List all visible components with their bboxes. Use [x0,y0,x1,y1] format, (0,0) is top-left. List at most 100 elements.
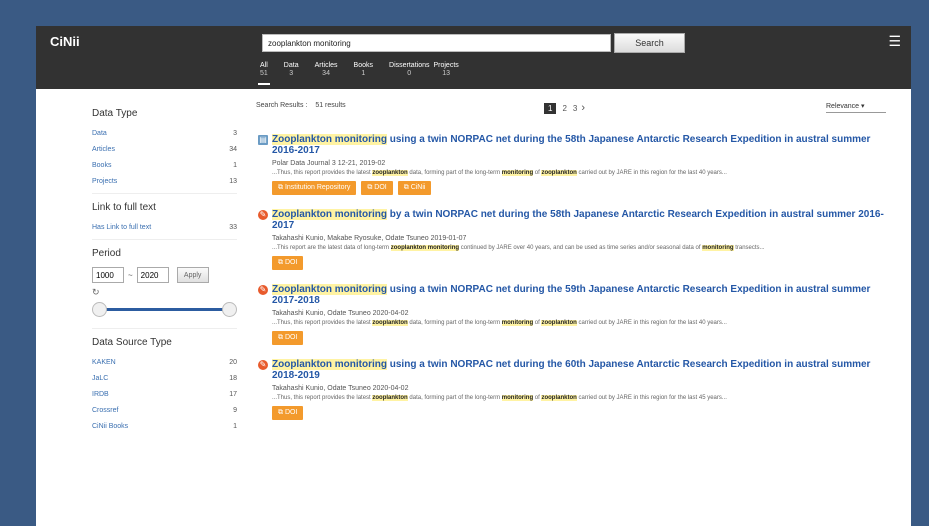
snippet-keyword: zooplankton [372,395,408,401]
filter-label[interactable]: Articles [92,146,115,156]
title-highlight: Zooplankton monitoring [272,134,387,145]
filter-count: 13 [229,178,237,185]
tab-count: 34 [322,70,330,77]
result-title[interactable]: Zooplankton monitoring by a twin NORPAC … [272,209,886,231]
result-item: ▤ Zooplankton monitoring using a twin NOR… [256,134,886,195]
snippet-keyword: zooplankton [541,320,577,326]
snippet-keyword: monitoring [501,320,534,326]
cinii-logo[interactable]: CiNii [50,34,80,49]
apply-button[interactable]: Apply [176,267,209,283]
filter-label[interactable]: KAKEN [92,359,116,369]
database-icon: ▤ [258,135,268,145]
filter-label[interactable]: Data [92,130,107,140]
tab-projects[interactable]: Projects 13 [431,62,466,78]
tab-books[interactable]: Books 1 [346,62,381,78]
link-button-label: CiNii [410,184,426,191]
source-title: Data Source Type [92,337,172,348]
snippet-text: data, forming part of the long-term [407,320,502,326]
filter-count: 1 [233,162,237,169]
snippet-text: ...Thus, this report provides the latest [272,320,373,326]
result-title[interactable]: Zooplankton monitoring using a twin NORP… [272,134,886,156]
result-title[interactable]: Zooplankton monitoring using a twin NORP… [272,284,886,306]
link-buttons: ⧉ DOI [272,406,886,420]
snippet-keyword: zooplankton monitoring [390,245,460,251]
page-3[interactable]: 3 [573,104,577,113]
snippet-keyword: monitoring [702,245,734,251]
tab-data[interactable]: Data 3 [276,62,307,78]
filter-projects[interactable]: Projects 13 [92,175,237,191]
filter-jalc[interactable]: JaLC 18 [92,372,237,388]
filter-label[interactable]: JaLC [92,375,108,385]
filter-label[interactable]: Projects [92,178,117,188]
filter-irdb[interactable]: IRDB 17 [92,388,237,404]
link-button[interactable]: ⧉ DOI [272,406,304,420]
period-to-input[interactable] [136,267,169,283]
snippet-keyword: zooplankton [372,320,408,326]
snippet-text: carried out by JARE in this region for t… [576,320,727,326]
search-button[interactable]: Search [614,33,685,53]
link-button-label: DOI [284,259,298,266]
filter-label[interactable]: CiNii Books [92,423,128,433]
result-item: ✎ Zooplankton monitoring using a twin NOR… [256,284,886,345]
tab-articles[interactable]: Articles 34 [307,62,346,78]
snippet-text: ...Thus, this report provides the latest [272,170,373,176]
divider [92,239,237,240]
title-highlight: Zooplankton monitoring [272,284,387,295]
results-count: 51 results [315,102,346,109]
result-meta: Polar Data Journal 3 12-21, 2019-02 [272,160,386,167]
external-link-icon: ⧉ [278,334,285,341]
filter-label[interactable]: Crossref [92,407,118,417]
period-slider[interactable] [92,302,237,318]
tab-dissertations[interactable]: Dissertations 0 [381,62,431,78]
link-button-label: DOI [284,409,298,416]
tab-count: 3 [289,70,294,77]
result-meta: Takahashi Kunio, Odate Tsuneo 2020-04-02 [272,385,409,392]
result-tabs: All 51 Data 3 Articles 34 Books 1 Dissertati… [252,62,467,85]
snippet-text: transects... [733,245,765,251]
slider-handle-right[interactable] [222,302,237,317]
hamburger-menu-icon[interactable]: ☰ [888,33,901,50]
external-link-icon: ⧉ [403,184,411,191]
link-button[interactable]: ⧉ CiNii [397,181,432,195]
sort-select[interactable]: Relevance ▾ [826,102,886,113]
filter-crossref[interactable]: Crossref 9 [92,404,237,420]
search-input[interactable] [262,34,611,52]
snippet-keyword: monitoring [501,170,534,176]
link-button[interactable]: ⧉ DOI [361,181,393,195]
snippet-text: data, forming part of the long-term [407,395,502,401]
filter-articles[interactable]: Articles 34 [92,143,237,159]
next-page-icon[interactable]: › [581,102,585,114]
period-title: Period [92,248,121,259]
filter-label[interactable]: Books [92,162,111,172]
external-link-icon: ⧉ [278,184,285,191]
link-button[interactable]: ⧉ Institution Repository [272,181,357,195]
filter-count: 20 [229,359,237,366]
page-1[interactable]: 1 [544,102,557,114]
filter-label[interactable]: IRDB [92,391,109,401]
filter-full-text[interactable]: Has Link to full text 33 [92,221,237,237]
link-button[interactable]: ⧉ DOI [272,256,304,270]
tab-all[interactable]: All 51 [252,62,276,85]
article-icon: ✎ [258,360,268,370]
period-from-input[interactable] [92,267,124,283]
tab-label: All [260,62,268,69]
reset-icon[interactable]: ↻ [92,287,237,298]
slider-handle-left[interactable] [92,302,107,317]
page-2[interactable]: 2 [562,104,566,113]
result-title[interactable]: Zooplankton monitoring using a twin NORP… [272,359,886,381]
result-snippet: ...Thus, this report provides the latest… [272,320,832,327]
snippet-text: ...Thus, this report provides the latest [272,395,373,401]
external-link-icon: ⧉ [278,409,285,416]
result-snippet: ...This report are the latest data of lo… [272,245,832,252]
filter-kaken[interactable]: KAKEN 20 [92,356,237,372]
tab-label: Projects [433,62,459,69]
filter-count: 1 [233,423,237,430]
filter-data[interactable]: Data 3 [92,127,237,143]
filter-cinii-books[interactable]: CiNii Books 1 [92,420,237,436]
link-button[interactable]: ⧉ DOI [272,331,304,345]
link-title: Link to full text [92,202,156,213]
filter-label[interactable]: Has Link to full text [92,224,151,234]
filter-books[interactable]: Books 1 [92,159,237,175]
snippet-text: carried out by JARE in this region for t… [576,170,727,176]
filter-count: 33 [229,224,237,231]
